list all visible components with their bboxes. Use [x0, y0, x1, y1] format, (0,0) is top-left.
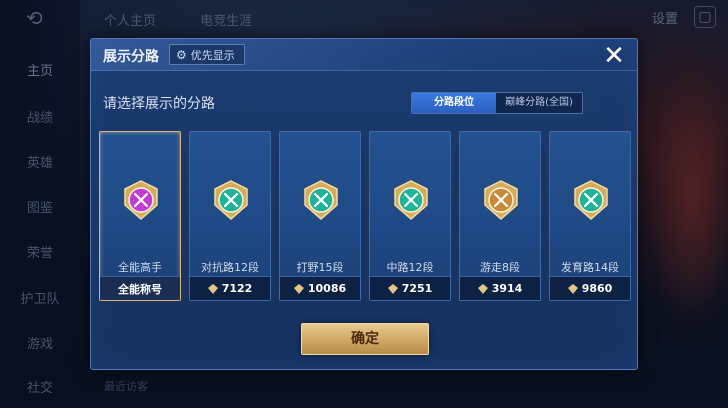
- route-score: 3914: [460, 276, 540, 300]
- rank-emblem-icon: [484, 180, 518, 220]
- confirm-button[interactable]: 确定: [301, 323, 429, 355]
- route-cards: 全能高手 全能称号 对抗路12段 7122 打野15段 10086 中路12段 7251 游走8…: [99, 131, 631, 301]
- route-score: 9860: [550, 276, 630, 300]
- rank-emblem-icon: [574, 180, 608, 220]
- priority-display-button[interactable]: ⚙ 优先显示: [169, 44, 245, 65]
- route-name: 全能高手: [118, 261, 162, 274]
- route-name: 打野15段: [296, 261, 344, 274]
- route-card[interactable]: 对抗路12段 7122: [189, 131, 271, 301]
- mode-toggle: 分路段位 巅峰分路(全国): [411, 92, 583, 114]
- points-icon: [293, 283, 304, 294]
- rank-emblem-icon: [214, 180, 248, 220]
- gear-icon: ⚙: [176, 47, 187, 62]
- close-icon[interactable]: ✕: [601, 43, 627, 69]
- points-icon: [207, 283, 218, 294]
- route-name: 中路12段: [386, 261, 434, 274]
- route-card[interactable]: 游走8段 3914: [459, 131, 541, 301]
- rank-emblem-icon: [124, 180, 158, 220]
- dialog-subtitle: 请选择展示的分路: [103, 96, 215, 112]
- points-icon: [567, 283, 578, 294]
- route-card[interactable]: 中路12段 7251: [369, 131, 451, 301]
- route-score-value: 7251: [401, 282, 433, 295]
- route-score-value: 10086: [307, 282, 347, 295]
- route-card[interactable]: 发育路14段 9860: [549, 131, 631, 301]
- route-display-dialog: 展示分路 ⚙ 优先显示 ✕ 请选择展示的分路 分路段位 巅峰分路(全国) 全能高…: [90, 38, 638, 370]
- priority-label: 优先显示: [190, 48, 235, 62]
- route-name: 对抗路12段: [201, 261, 259, 274]
- route-score-value: 3914: [491, 282, 523, 295]
- rank-emblem-icon: [394, 180, 428, 220]
- rank-emblem-icon: [304, 180, 338, 220]
- route-name: 游走8段: [480, 261, 520, 274]
- points-icon: [387, 283, 398, 294]
- points-icon: [477, 283, 488, 294]
- dialog-title: 展示分路: [103, 49, 159, 65]
- toggle-route-rank[interactable]: 分路段位: [412, 93, 496, 113]
- route-score: 7122: [190, 276, 270, 300]
- route-score-value: 7122: [221, 282, 253, 295]
- dialog-header: 展示分路 ⚙ 优先显示: [91, 39, 637, 71]
- route-score: 7251: [370, 276, 450, 300]
- route-card[interactable]: 打野15段 10086: [279, 131, 361, 301]
- route-score-value: 9860: [581, 282, 613, 295]
- toggle-peak-route[interactable]: 巅峰分路(全国): [496, 93, 582, 113]
- route-score: 全能称号: [100, 276, 180, 300]
- route-card[interactable]: 全能高手 全能称号: [99, 131, 181, 301]
- route-score-value: 全能称号: [118, 282, 162, 296]
- route-score: 10086: [280, 276, 360, 300]
- route-name: 发育路14段: [561, 261, 619, 274]
